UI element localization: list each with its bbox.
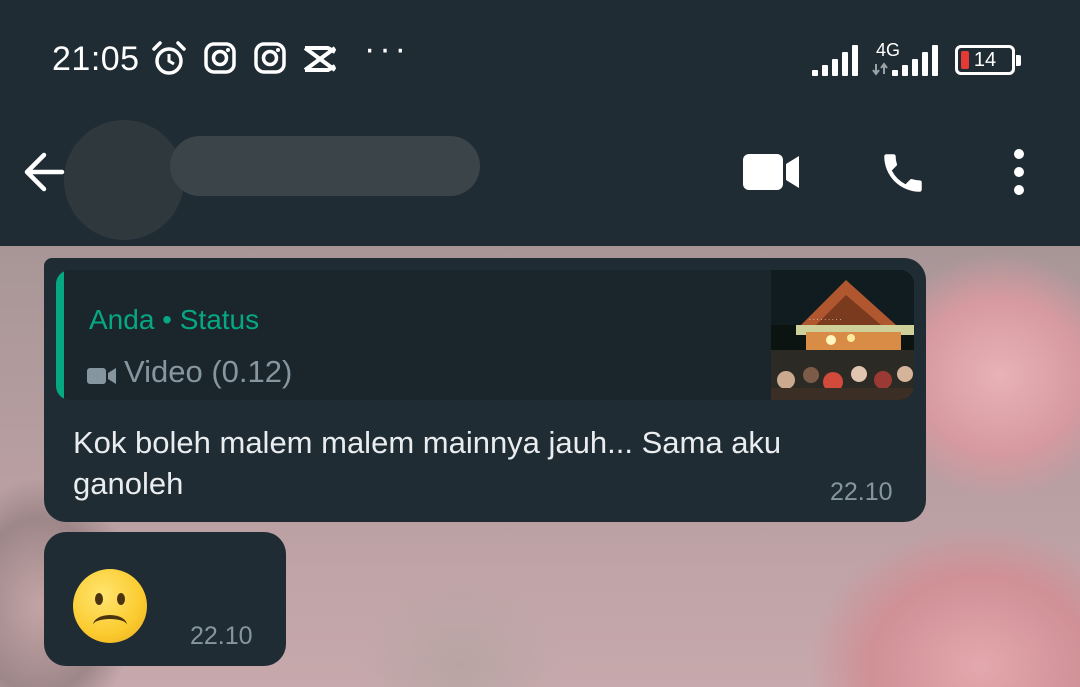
chat-header	[0, 118, 1080, 246]
quote-media-label: Video (0.12)	[124, 354, 293, 389]
battery-level: 14	[973, 49, 997, 71]
instagram-icon	[254, 42, 286, 74]
capcut-icon	[303, 46, 337, 72]
message-bubble[interactable]: ☹️ 22.10	[44, 532, 286, 666]
signal-icon	[812, 45, 858, 76]
status-video-thumbnail[interactable]: · · · · · · · · ·	[771, 270, 914, 400]
more-vertical-icon[interactable]	[1008, 148, 1030, 196]
message-timestamp: 22.10	[830, 478, 893, 506]
message-bubble[interactable]: Anda • Status Video (0.12) · · · · · · ·…	[44, 258, 926, 522]
contact-avatar[interactable]	[64, 120, 184, 240]
battery-icon: 14	[955, 45, 1021, 75]
status-bar: 21:05 ··· 4G 14	[0, 0, 1080, 118]
instagram-icon	[204, 42, 236, 74]
arrow-left-icon[interactable]	[22, 150, 66, 194]
message-timestamp: 22.10	[190, 622, 253, 650]
chat-background: Anda • Status Video (0.12) · · · · · · ·…	[0, 246, 1080, 687]
video-camera-icon[interactable]	[742, 152, 800, 192]
thumbnail-image: · · · · · · · · ·	[771, 270, 914, 400]
quote-author: Anda • Status	[89, 304, 260, 335]
alarm-icon	[152, 41, 186, 75]
message-text: Kok boleh malem malem mainnya jauh... Sa…	[73, 425, 782, 501]
video-camera-icon	[87, 368, 116, 384]
phone-icon[interactable]	[878, 148, 928, 198]
contact-name[interactable]	[170, 136, 480, 196]
thumbnail-banner: · · · · · · · · ·	[809, 317, 842, 324]
more-notifications-icon: ···	[364, 30, 410, 68]
quoted-status[interactable]: Anda • Status Video (0.12) · · · · · · ·…	[56, 270, 914, 400]
status-time: 21:05	[52, 40, 140, 78]
quote-accent-bar	[56, 270, 64, 400]
frowning-face-emoji	[73, 569, 147, 643]
signal-4g-icon	[872, 45, 938, 76]
